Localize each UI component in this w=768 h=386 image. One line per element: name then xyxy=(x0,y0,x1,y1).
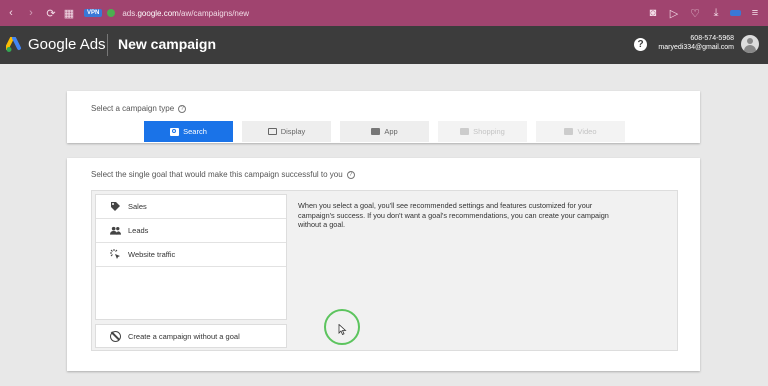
help-icon[interactable]: ? xyxy=(634,38,647,51)
account-info[interactable]: 608-574-5968 maryedi334@gmail.com xyxy=(658,34,734,52)
tab-label: Shopping xyxy=(473,127,505,136)
tab-label: Display xyxy=(280,127,306,136)
goal-item-sales[interactable]: Sales xyxy=(96,195,286,219)
product-name: Google Ads xyxy=(28,36,106,53)
account-email: maryedi334@gmail.com xyxy=(658,44,734,51)
search-icon xyxy=(170,127,180,136)
goal-prompt: Select the single goal that would make t… xyxy=(91,170,355,179)
url-path: /aw/campaigns/new xyxy=(178,8,250,18)
heart-icon[interactable]: ♡ xyxy=(688,6,702,20)
no-goal-icon xyxy=(110,330,121,342)
url-domain: google.com xyxy=(137,8,179,18)
camera-icon[interactable]: ◙ xyxy=(646,6,660,20)
tab-display[interactable]: Display xyxy=(242,121,331,142)
tab-app[interactable]: App xyxy=(340,121,429,142)
goal-label: Leads xyxy=(128,226,149,235)
tab-label: Video xyxy=(577,127,597,136)
help-icon[interactable]: ? xyxy=(346,170,355,179)
tag-icon xyxy=(110,201,121,212)
goal-description: When you select a goal, you'll see recom… xyxy=(298,201,609,229)
goal-label: Website traffic xyxy=(128,250,176,259)
app-icon xyxy=(371,128,381,135)
goal-item-leads[interactable]: Leads xyxy=(96,219,286,243)
vpn-badge[interactable]: VPN xyxy=(84,9,103,17)
shopping-icon xyxy=(460,128,470,135)
goal-list: Sales Leads Website traffic xyxy=(95,194,287,320)
back-icon[interactable]: ‹ xyxy=(4,6,18,20)
download-icon[interactable]: ⤓ xyxy=(709,6,723,20)
google-ads-logo[interactable] xyxy=(6,37,22,53)
extension-icon[interactable] xyxy=(730,10,741,16)
header-divider xyxy=(107,34,108,56)
grid-icon[interactable]: ▦ xyxy=(62,6,76,20)
campaign-type-prompt: Select a campaign type? xyxy=(91,104,187,113)
display-icon xyxy=(267,128,277,135)
page-title: New campaign xyxy=(118,36,217,52)
avatar[interactable] xyxy=(741,35,759,53)
address-bar[interactable]: ads.google.com/aw/campaigns/new xyxy=(122,9,249,18)
account-phone: 608-574-5968 xyxy=(690,35,734,42)
url-prefix: ads. xyxy=(122,8,138,18)
forward-icon[interactable]: › xyxy=(24,6,38,20)
no-goal-button[interactable]: Create a campaign without a goal xyxy=(95,324,287,348)
video-icon xyxy=(564,128,574,135)
browser-toolbar: ‹ › ⟳ ▦ VPN ads.google.com/aw/campaigns/… xyxy=(0,0,768,26)
tab-shopping: Shopping xyxy=(438,121,527,142)
menu-icon[interactable]: ≡ xyxy=(748,6,762,20)
send-icon[interactable]: ▷ xyxy=(667,6,681,20)
people-icon xyxy=(110,225,121,236)
tab-search[interactable]: Search xyxy=(144,121,233,142)
tab-video: Video xyxy=(536,121,625,142)
reload-icon[interactable]: ⟳ xyxy=(44,6,58,20)
mouse-pointer-icon xyxy=(338,324,347,335)
click-icon xyxy=(110,249,121,260)
tab-label: Search xyxy=(183,127,207,136)
goal-item-website-traffic[interactable]: Website traffic xyxy=(96,243,286,267)
goal-card: Select the single goal that would make t… xyxy=(67,158,700,371)
app-header: Google Ads New campaign ? 608-574-5968 m… xyxy=(0,26,768,64)
tab-label: App xyxy=(384,127,398,136)
no-goal-label: Create a campaign without a goal xyxy=(128,331,240,341)
secure-icon xyxy=(107,9,116,17)
goal-panel: Sales Leads Website traffic Create a cam… xyxy=(91,190,678,351)
goal-label: Sales xyxy=(128,202,147,211)
campaign-type-card: Select a campaign type? Search Display A… xyxy=(67,91,700,143)
help-icon[interactable]: ? xyxy=(178,104,187,113)
